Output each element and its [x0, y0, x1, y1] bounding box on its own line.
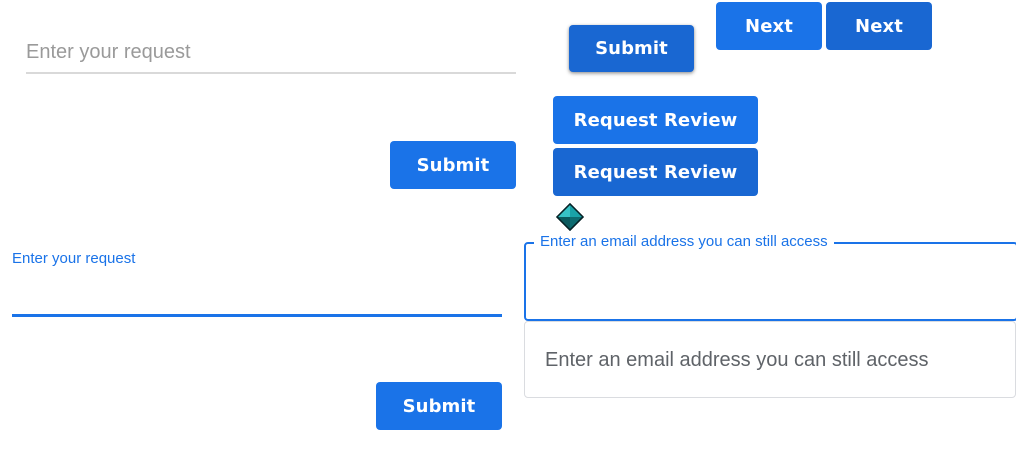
submit-button-bottom[interactable]: Submit — [376, 382, 502, 430]
request-review-button[interactable]: Request Review — [553, 96, 758, 144]
next-button-hover[interactable]: Next — [826, 2, 932, 50]
submit-button-middle[interactable]: Submit — [390, 141, 516, 189]
email-field-label: Enter an email address you can still acc… — [534, 233, 834, 251]
request-input[interactable]: Enter your request — [26, 34, 516, 74]
email-field-placeholder: Enter an email address you can still acc… — [545, 349, 929, 371]
next-button[interactable]: Next — [716, 2, 822, 50]
submit-button[interactable]: Submit — [569, 25, 694, 72]
diamond-cursor-icon — [555, 202, 585, 232]
request-input-label: Enter your request — [12, 250, 136, 267]
request-review-button-hover[interactable]: Request Review — [553, 148, 758, 196]
request-input-focused[interactable]: Enter your request — [12, 246, 502, 317]
email-field[interactable]: Enter an email address you can still acc… — [524, 321, 1016, 398]
email-field-focused[interactable]: Enter an email address you can still acc… — [524, 233, 1016, 321]
request-input-placeholder: Enter your request — [26, 41, 191, 63]
